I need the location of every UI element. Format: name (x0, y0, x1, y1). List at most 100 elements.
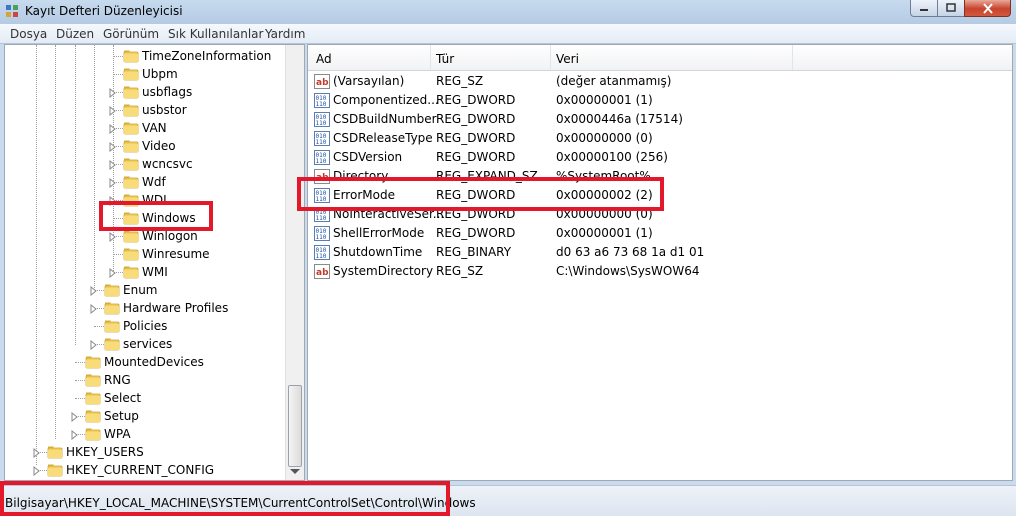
value-row[interactable]: 010 110 CSDBuildNumber REG_DWORD 0x0000446a … (308, 110, 1008, 129)
menu-yardim[interactable]: Yardım (265, 27, 305, 41)
tree-node[interactable]: wcncsvc (123, 155, 193, 173)
tree-node[interactable]: WMI (123, 263, 168, 281)
folder-icon (104, 301, 120, 315)
expand-arrow-icon[interactable] (71, 429, 79, 441)
tree-node[interactable]: Wdf (123, 173, 166, 191)
expand-arrow-icon[interactable] (90, 285, 98, 297)
expand-arrow-icon[interactable] (90, 339, 98, 351)
key-tree-pane[interactable]: TimeZoneInformation Ubpm usbflags usbstor VA… (4, 44, 305, 481)
tree-node[interactable]: Hardware Profiles (104, 299, 228, 317)
value-type: REG_SZ (436, 264, 484, 278)
binary-value-icon: 010 110 (314, 245, 330, 260)
expand-arrow-icon[interactable] (109, 105, 117, 117)
menu-dosya[interactable]: Dosya (10, 27, 47, 41)
value-row[interactable]: 010 110 CSDVersion REG_DWORD 0x00000100 (256… (308, 148, 1008, 167)
tree-node[interactable]: HKEY_USERS (47, 443, 144, 461)
value-data: C:\Windows\SysWOW64 (556, 264, 700, 278)
tree-node[interactable]: Video (123, 137, 176, 155)
folder-icon (104, 319, 120, 333)
expand-arrow-icon[interactable] (109, 177, 117, 189)
value-list-pane[interactable]: Ad Tür Veri ab (Varsayılan) REG_SZ (değer a… (307, 44, 1013, 481)
expand-arrow-icon[interactable] (109, 159, 117, 171)
tree-node[interactable]: Policies (104, 317, 167, 335)
value-type: REG_DWORD (436, 226, 516, 240)
tree-node-label: services (123, 337, 173, 351)
value-row[interactable]: 010 110 ShellErrorMode REG_DWORD 0x00000001 … (308, 224, 1008, 243)
menu-sik-kullanilanlar[interactable]: Sık Kullanılanlar (168, 27, 263, 41)
folder-icon (123, 121, 139, 135)
tree-node[interactable]: Winresume (123, 245, 210, 263)
value-row[interactable]: 010 110 ShutdownTime REG_BINARY d0 63 a6 73 … (308, 243, 1008, 262)
svg-text:110: 110 (316, 215, 327, 222)
value-row[interactable]: ab SystemDirectory REG_SZ C:\Windows\SysWOW… (308, 262, 1008, 281)
value-name: ShutdownTime (333, 245, 423, 259)
value-row[interactable]: ab (Varsayılan) REG_SZ (değer atanmamış) (308, 72, 1008, 91)
highlight-box-errormode (297, 177, 664, 211)
expand-arrow-icon[interactable] (109, 141, 117, 153)
menu-duzen[interactable]: Düzen (56, 27, 94, 41)
tree-node[interactable]: VAN (123, 119, 167, 137)
expand-arrow-icon[interactable] (33, 447, 41, 459)
list-header: Ad Tür Veri (308, 45, 1012, 71)
close-button[interactable] (964, 0, 1011, 17)
expand-arrow-icon[interactable] (109, 231, 117, 243)
value-data: 0x00000001 (1) (556, 93, 653, 107)
tree-node[interactable]: HKEY_CURRENT_CONFIG (47, 461, 214, 479)
tree-node-label: Select (104, 391, 142, 405)
tree-node-label: usbstor (142, 103, 187, 117)
minimize-button[interactable] (910, 0, 938, 17)
scroll-down-arrow-icon[interactable] (290, 469, 300, 474)
expand-arrow-icon[interactable] (90, 303, 98, 315)
expand-arrow-icon[interactable] (109, 87, 117, 99)
folder-icon (123, 175, 139, 189)
tree-node-label: HKEY_USERS (66, 445, 144, 459)
svg-text:110: 110 (316, 234, 327, 241)
folder-icon (123, 67, 139, 81)
value-data: d0 63 a6 73 68 1a d1 01 (556, 245, 705, 259)
tree-node[interactable]: services (104, 335, 172, 353)
expand-arrow-icon[interactable] (33, 465, 41, 477)
tree-node[interactable]: usbstor (123, 101, 187, 119)
tree-node-label: Wdf (142, 175, 166, 189)
tree-node[interactable]: Ubpm (123, 65, 178, 83)
folder-icon (123, 247, 139, 261)
svg-text:ab: ab (316, 268, 329, 278)
tree-node[interactable]: MountedDevices (85, 353, 204, 371)
expand-arrow-icon[interactable] (109, 267, 117, 279)
folder-icon (123, 139, 139, 153)
column-header-data[interactable]: Veri (556, 52, 579, 66)
menu-gorunum[interactable]: Görünüm (103, 27, 159, 41)
string-value-icon: ab (314, 74, 330, 89)
tree-node-label: VAN (142, 121, 167, 135)
tree-guide-line (36, 45, 37, 465)
column-separator[interactable] (550, 45, 551, 70)
tree-node[interactable]: usbflags (123, 83, 192, 101)
column-header-type[interactable]: Tür (436, 52, 454, 66)
maximize-button[interactable] (937, 0, 965, 17)
tree-node[interactable]: Enum (104, 281, 157, 299)
tree-node[interactable]: TimeZoneInformation (123, 47, 271, 65)
expand-arrow-icon[interactable] (109, 123, 117, 135)
value-name: CSDBuildNumber (333, 112, 437, 126)
tree-scroll-thumb[interactable] (288, 385, 302, 467)
folder-icon (85, 355, 101, 369)
column-header-name[interactable]: Ad (316, 52, 332, 66)
tree-scrollbar[interactable] (285, 45, 304, 480)
tree-node[interactable]: WPA (85, 425, 131, 443)
column-separator[interactable] (430, 45, 431, 70)
expand-arrow-icon[interactable] (71, 411, 79, 423)
folder-icon (123, 49, 139, 63)
folder-icon (85, 373, 101, 387)
string-value-icon: ab (314, 264, 330, 279)
value-row[interactable]: 010 110 Componentized... REG_DWORD 0x0000000… (308, 91, 1008, 110)
value-type: REG_DWORD (436, 150, 516, 164)
column-separator[interactable] (792, 45, 793, 70)
value-row[interactable]: 010 110 CSDReleaseType REG_DWORD 0x00000000 … (308, 129, 1008, 148)
tree-node[interactable]: RNG (85, 371, 131, 389)
tree-node[interactable]: Select (85, 389, 141, 407)
svg-text:110: 110 (316, 158, 327, 165)
tree-guide-line (113, 74, 123, 75)
tree-node-label: wcncsvc (142, 157, 193, 171)
tree-node[interactable]: Setup (85, 407, 139, 425)
value-type: REG_BINARY (436, 245, 512, 259)
